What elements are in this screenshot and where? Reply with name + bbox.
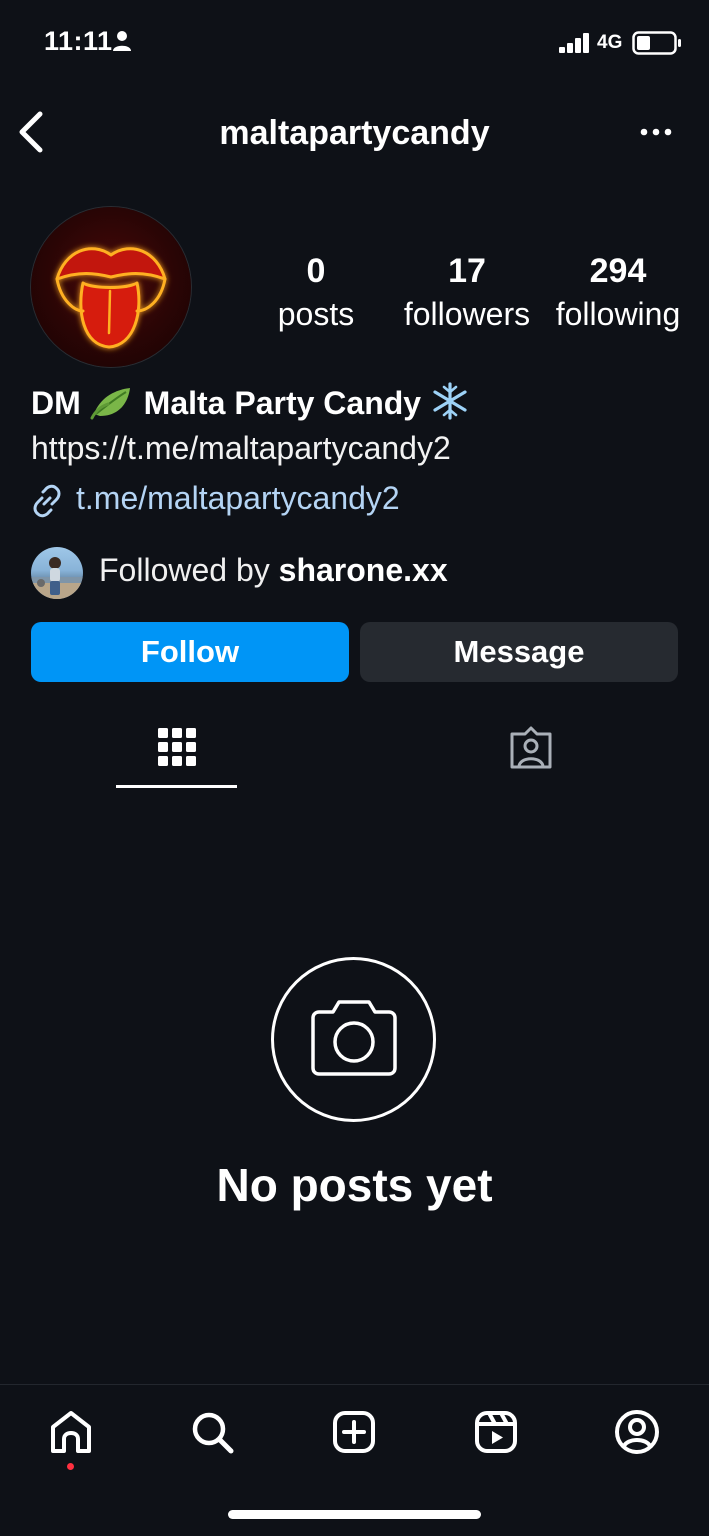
neon-lips-icon bbox=[55, 247, 167, 349]
bio-name-prefix: DM bbox=[31, 385, 81, 421]
bio-name: Malta Party Candy bbox=[143, 385, 422, 421]
home-icon[interactable] bbox=[48, 1409, 94, 1455]
active-tab-indicator bbox=[116, 785, 237, 788]
followers-label[interactable]: followers bbox=[392, 296, 542, 333]
followed-by-text[interactable]: Followed by sharone.xx bbox=[99, 552, 448, 589]
reels-icon[interactable] bbox=[473, 1409, 519, 1455]
followed-by-user[interactable]: sharone.xx bbox=[279, 552, 448, 588]
follow-button[interactable]: Follow bbox=[31, 622, 349, 682]
bottom-nav-divider bbox=[0, 1384, 709, 1385]
home-notification-dot bbox=[67, 1463, 74, 1470]
mutual-follower-avatar[interactable] bbox=[31, 547, 83, 599]
empty-state-title: No posts yet bbox=[216, 1159, 493, 1211]
search-icon[interactable] bbox=[189, 1409, 235, 1455]
posts-count: 0 bbox=[306, 252, 326, 290]
bio-text: https://t.me/maltapartycandy2 bbox=[31, 430, 451, 466]
bio-link[interactable]: t.me/maltapartycandy2 bbox=[76, 480, 400, 517]
create-icon[interactable] bbox=[331, 1409, 377, 1455]
bio-name-line: DM Malta Party Candy bbox=[31, 382, 470, 422]
link-icon bbox=[33, 484, 61, 518]
following-count[interactable]: 294 bbox=[543, 252, 693, 291]
followers-count[interactable]: 17 bbox=[392, 252, 542, 291]
camera-icon bbox=[311, 1000, 397, 1076]
snowflake-icon bbox=[433, 382, 467, 420]
network-type: 4G bbox=[597, 32, 623, 53]
leaf-icon bbox=[90, 388, 130, 420]
profile-avatar[interactable] bbox=[31, 207, 191, 367]
person-icon bbox=[113, 31, 131, 51]
more-options-icon[interactable] bbox=[636, 122, 676, 142]
message-button[interactable]: Message bbox=[360, 622, 678, 682]
tagged-icon[interactable] bbox=[508, 726, 554, 770]
home-indicator[interactable] bbox=[228, 1510, 481, 1519]
profile-username: maltapartycandy bbox=[219, 114, 490, 152]
followed-by-prefix: Followed by bbox=[99, 552, 270, 588]
signal-icon bbox=[559, 33, 589, 53]
battery-icon bbox=[632, 31, 681, 55]
posts-label: posts bbox=[277, 296, 355, 332]
profile-icon[interactable] bbox=[614, 1409, 660, 1455]
mutual-avatar-photo bbox=[31, 557, 83, 599]
grid-icon[interactable] bbox=[156, 726, 198, 768]
following-label[interactable]: following bbox=[543, 296, 693, 333]
status-time: 11:11 bbox=[44, 26, 113, 56]
